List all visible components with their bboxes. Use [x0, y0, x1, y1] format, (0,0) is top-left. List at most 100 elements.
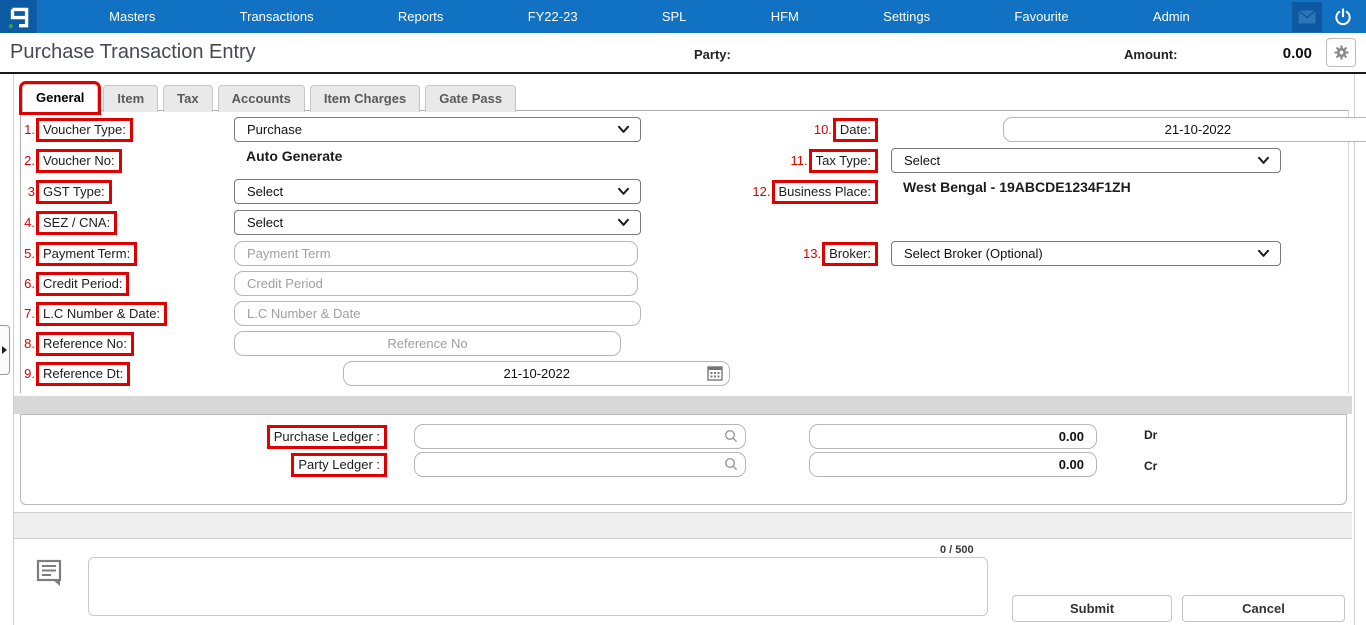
page-header: Purchase Transaction Entry Party: Amount…: [0, 33, 1366, 74]
tax-type-select[interactable]: Select: [891, 148, 1281, 173]
tab-tax[interactable]: Tax: [163, 85, 212, 112]
chevron-down-icon: [617, 187, 630, 196]
gst-type-select[interactable]: Select: [234, 179, 641, 204]
reference-dt-wrap: [343, 361, 730, 386]
date-input[interactable]: [1003, 117, 1366, 142]
payment-term-wrap: [234, 241, 638, 266]
business-place-wrap: West Bengal - 19ABCDE1234F1ZH: [891, 179, 1281, 197]
credit-period-label: Credit Period:: [36, 272, 129, 296]
annotation-number-6: 6.: [23, 276, 35, 291]
reference-dt-input[interactable]: [343, 361, 730, 386]
form-row-3: 3 GST Type: Select 12. Business Place: W…: [21, 179, 1348, 204]
tab-item[interactable]: Item: [103, 85, 158, 112]
tab-item-charges[interactable]: Item Charges: [310, 85, 420, 112]
purchase-ledger-search-wrap: [414, 424, 746, 449]
form-row-2: 2. Voucher No: Auto Generate 11. Tax Typ…: [21, 148, 1348, 173]
dr-label: Dr: [1144, 428, 1157, 442]
party-ledger-label: Party Ledger :: [291, 453, 387, 477]
nav-item-masters[interactable]: Masters: [109, 9, 155, 24]
nav-item-admin[interactable]: Admin: [1153, 9, 1190, 24]
credit-period-wrap: [234, 271, 638, 296]
form-row-5: 5. Payment Term: 13. Broker: Select Brok…: [21, 241, 1348, 266]
broker-label: Broker:: [822, 242, 878, 266]
purchase-ledger-label: Purchase Ledger :: [267, 425, 387, 449]
form-row-8: 8. Reference No:: [21, 331, 1348, 356]
cancel-button[interactable]: Cancel: [1182, 595, 1345, 622]
annotation-number-7: 7.: [23, 306, 35, 321]
voucher-no-value: Auto Generate: [234, 148, 342, 164]
tab-accounts[interactable]: Accounts: [218, 85, 305, 112]
broker-label-group: 13. Broker:: [803, 241, 878, 266]
chevron-down-icon: [1257, 156, 1270, 165]
party-ledger-amount-input[interactable]: [809, 452, 1097, 477]
reference-no-input[interactable]: [234, 331, 621, 356]
nav-right-icons: [1292, 2, 1366, 32]
purchase-ledger-amount-input[interactable]: [809, 424, 1097, 449]
gear-icon: [1333, 44, 1350, 61]
nav-item-spl[interactable]: SPL: [662, 9, 687, 24]
gst-type-label: GST Type:: [36, 180, 112, 204]
annotation-number-4: 4.: [23, 215, 35, 230]
annotation-number-5: 5.: [23, 246, 35, 261]
tab-gate-pass[interactable]: Gate Pass: [425, 85, 516, 112]
reference-no-wrap: [234, 331, 621, 356]
voucher-no-wrap: Auto Generate: [234, 148, 641, 166]
amount-label: Amount:: [1124, 47, 1177, 62]
date-label-group: 10. Date:: [814, 117, 878, 142]
annotation-number-8: 8.: [23, 336, 35, 351]
business-place-label-group: 12. Business Place:: [752, 179, 878, 204]
tab-general[interactable]: General: [22, 84, 98, 112]
remarks-icon-wrap: [34, 556, 66, 593]
submit-button[interactable]: Submit: [1012, 595, 1172, 622]
tax-type-label: Tax Type:: [809, 149, 878, 173]
nav-item-favourite[interactable]: Favourite: [1014, 9, 1068, 24]
logout-button[interactable]: [1330, 4, 1356, 30]
footer-divider-band: [14, 512, 1352, 539]
mail-button[interactable]: [1292, 2, 1322, 32]
credit-period-input[interactable]: [234, 271, 638, 296]
side-panel-toggle[interactable]: [0, 325, 10, 375]
nav-item-transactions[interactable]: Transactions: [240, 9, 314, 24]
cr-label: Cr: [1144, 459, 1157, 473]
nav-menu: Masters Transactions Reports FY22-23 SPL…: [37, 9, 1292, 24]
business-place-value: West Bengal - 19ABCDE1234F1ZH: [891, 179, 1131, 195]
form-row-4: 4. SEZ / CNA: Select: [21, 210, 1348, 235]
party-ledger-search-input[interactable]: [414, 452, 746, 477]
lc-number-date-input[interactable]: [234, 301, 641, 326]
expand-arrow-icon: [2, 346, 7, 354]
date-field-wrap: [1003, 117, 1366, 142]
tax-type-label-group: 11. Tax Type:: [790, 148, 878, 173]
amount-value: 0.00: [1283, 45, 1312, 62]
nav-item-fy22-23[interactable]: FY22-23: [528, 9, 578, 24]
nav-item-hfm[interactable]: HFM: [771, 9, 799, 24]
party-ledger-label-wrap: Party Ledger :: [291, 452, 387, 477]
business-place-label: Business Place:: [772, 180, 879, 204]
tab-bar: General Item Tax Accounts Item Charges G…: [22, 84, 516, 112]
annotation-number-10: 10.: [814, 122, 832, 137]
chevron-down-icon: [617, 125, 630, 134]
voucher-type-select[interactable]: Purchase: [234, 117, 641, 142]
section-divider-bar: [14, 396, 1352, 414]
broker-value: Select Broker (Optional): [904, 246, 1043, 261]
ledger-section: Purchase Ledger : Dr Party Ledger : Cr: [20, 414, 1347, 505]
party-label: Party:: [694, 47, 731, 62]
reference-dt-label: Reference Dt:: [36, 362, 130, 386]
annotation-number-3: 3: [23, 184, 35, 199]
payment-term-input[interactable]: [234, 241, 638, 266]
comment-icon: [34, 556, 66, 588]
settings-button[interactable]: [1326, 38, 1356, 67]
nav-item-settings[interactable]: Settings: [883, 9, 930, 24]
broker-select[interactable]: Select Broker (Optional): [891, 241, 1281, 266]
party-ledger-search-wrap: [414, 452, 746, 477]
annotation-number-1: 1.: [23, 122, 35, 137]
voucher-type-value: Purchase: [247, 122, 302, 137]
reference-no-label: Reference No:: [36, 332, 134, 356]
app-logo[interactable]: [0, 0, 37, 33]
purchase-ledger-search-input[interactable]: [414, 424, 746, 449]
nav-item-reports[interactable]: Reports: [398, 9, 444, 24]
annotation-number-13: 13.: [803, 246, 821, 261]
top-navbar: Masters Transactions Reports FY22-23 SPL…: [0, 0, 1366, 33]
payment-term-label: Payment Term:: [36, 242, 137, 266]
sez-cna-select[interactable]: Select: [234, 210, 641, 235]
remarks-textarea[interactable]: [88, 557, 988, 616]
